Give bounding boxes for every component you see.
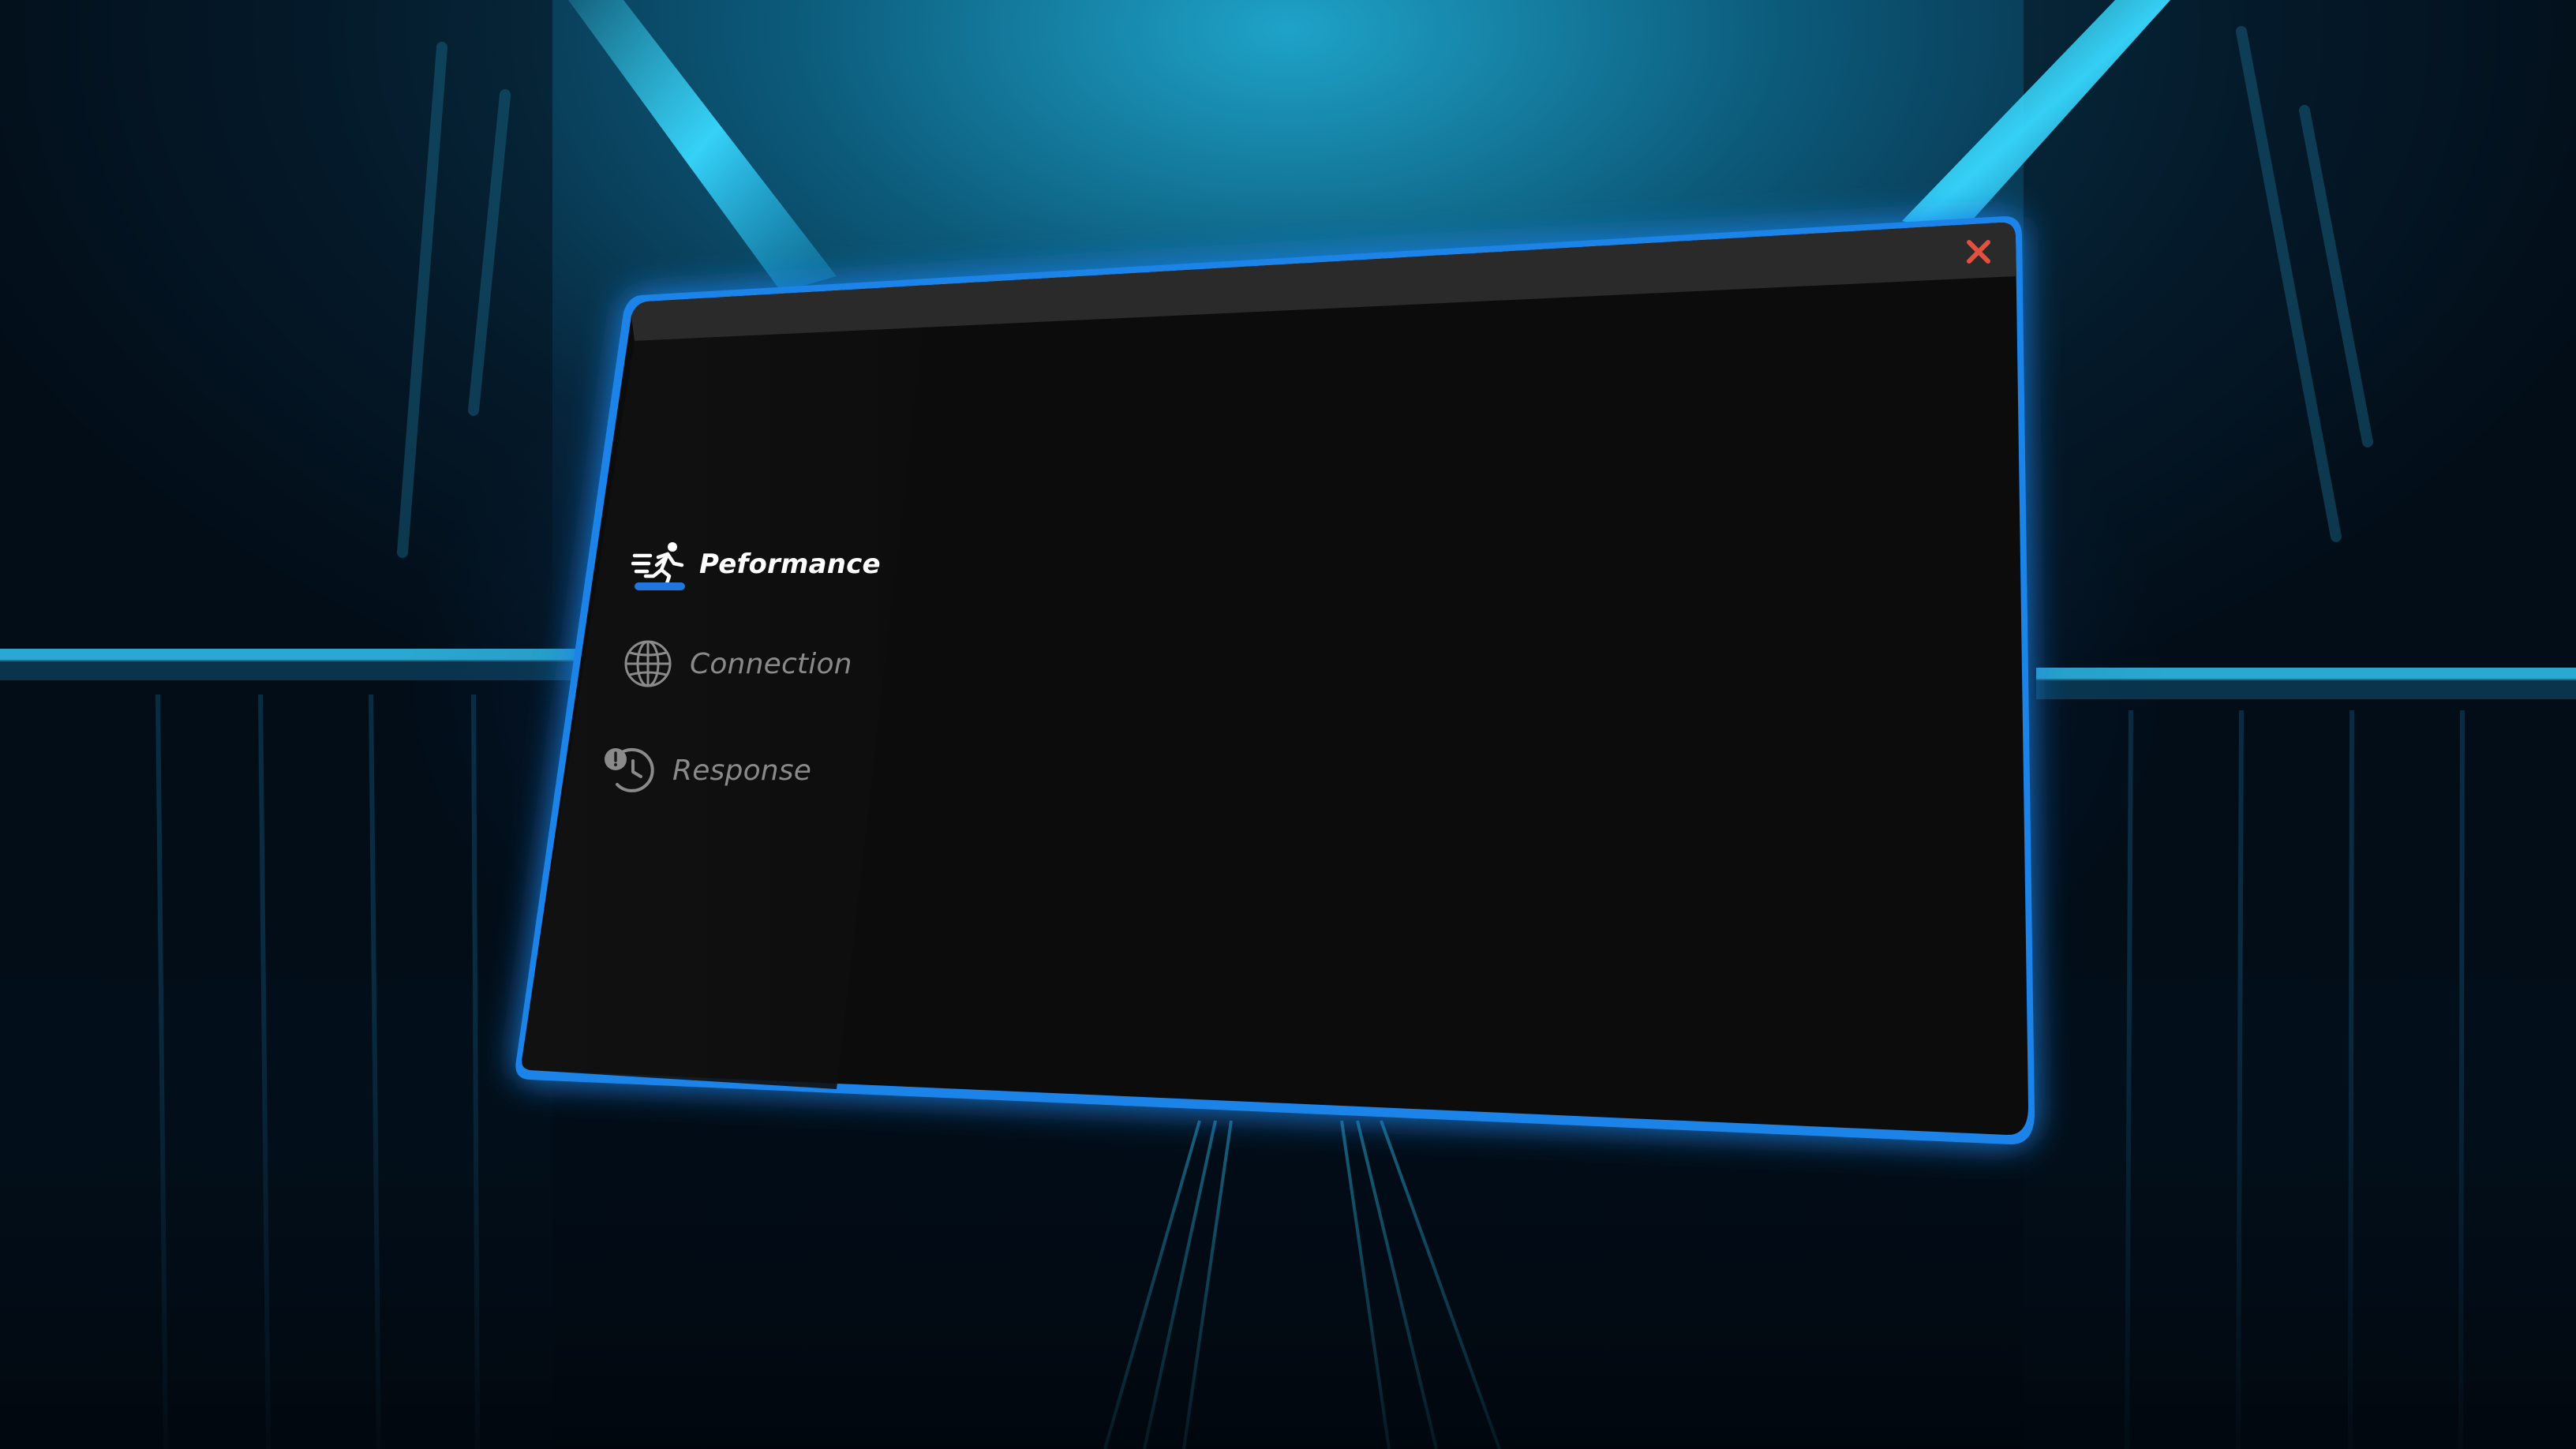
desktop-stage: Peformance Connection Response [0, 0, 2576, 1449]
clock-history-icon [605, 747, 654, 792]
running-person-icon [631, 542, 684, 588]
app-window: Peformance Connection Response [0, 0, 2576, 1449]
sidebar-item-response[interactable]: Response [601, 742, 811, 799]
sidebar-item-label: Connection [690, 647, 852, 680]
sidebar-item-label: Response [672, 754, 812, 787]
window-frame [515, 216, 2035, 1144]
close-icon [1967, 240, 1990, 264]
globe-icon [624, 640, 672, 687]
close-button[interactable] [1943, 224, 2014, 275]
sidebar-item-connection[interactable]: Connection [622, 635, 852, 692]
sidebar-item-label: Peformance [699, 549, 881, 580]
active-tab-indicator [635, 582, 685, 590]
